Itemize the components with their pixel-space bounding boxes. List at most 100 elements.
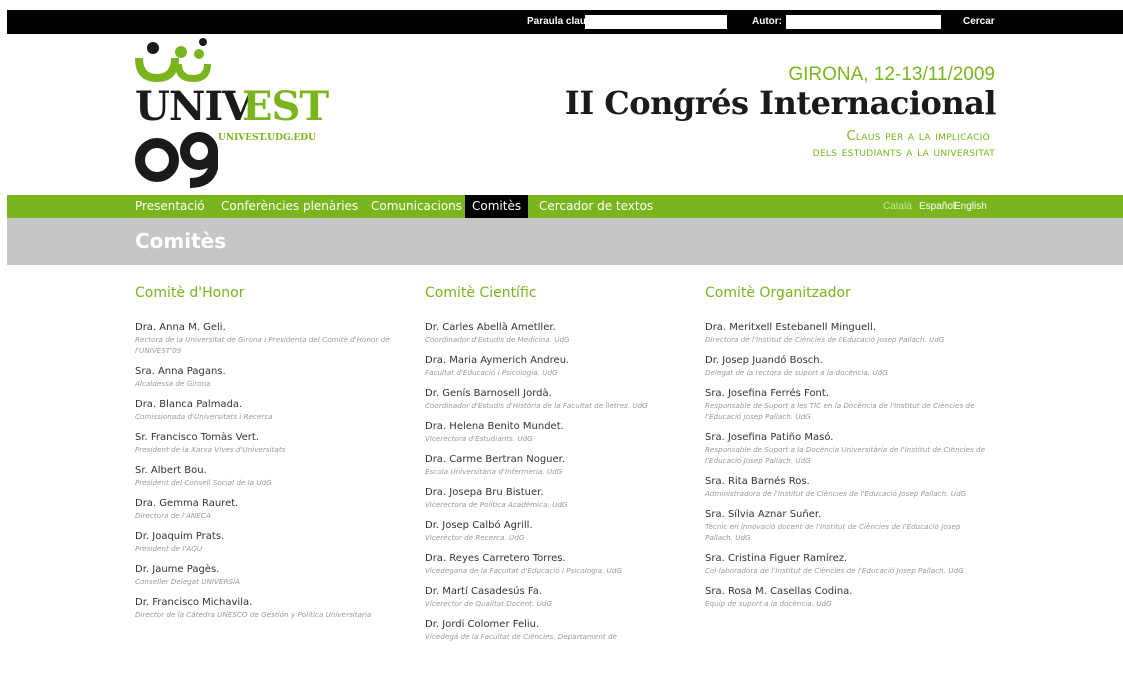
conference-title: II Congrés Internacional — [564, 84, 997, 122]
member-role: Alcaldessa de Girona — [135, 379, 211, 388]
member-role: Comissionada d'Universitats i Recerca — [135, 412, 273, 421]
univest-logo[interactable]: UNIV EST UNIVEST.UDG.EDU — [135, 38, 335, 188]
member-name: Dra. Josepa Bru Bistuer. — [425, 487, 544, 498]
member: Dr. Francisco Michavila. Director de la C… — [135, 596, 420, 620]
member-name: Dr. Carles Abellà Ametller. — [425, 322, 556, 333]
member: Dra. Anna M. Geli. Rectora de la Universi… — [135, 321, 420, 356]
member-name: Dr. Martí Casadesús Fa. — [425, 586, 543, 597]
member-name: Dr. Jordi Colomer Feliu. — [425, 619, 540, 630]
member-role: Directora de l'ANECA — [135, 511, 211, 520]
member-role: President del Consell Social de la UdG — [135, 478, 272, 487]
conference-date: GIRONA, 12-13/11/2009 — [788, 64, 995, 85]
member-name: Dra. Maria Aymerich Andreu. — [425, 355, 570, 366]
committee-honor: Comitè d'Honor Dra. Anna M. Geli. Rectora… — [135, 285, 420, 629]
member-name: Sra. Josefina Patiño Masó. — [705, 432, 834, 443]
keyword-label: Paraula clau: — [527, 16, 590, 27]
member-role: Director de la Cátedra UNESCO de Gestión… — [135, 610, 372, 619]
member-role: Responsable de Suport a la Docència Univ… — [705, 445, 986, 465]
member-name: Sr. Albert Bou. — [135, 465, 207, 476]
author-label: Autor: — [752, 16, 782, 27]
nav-item-comunicacions[interactable]: Comunicacions — [371, 195, 462, 218]
member-name: Dra. Carme Bertran Noguer. — [425, 454, 566, 465]
member-role: Vicedegana de la Facultat d'Educació i P… — [425, 566, 623, 575]
member: Dra. Gemma Rauret. Directora de l'ANECA — [135, 497, 420, 521]
member: Dra. Carme Bertran Noguer. Escola Univers… — [425, 453, 710, 477]
nav-item-comites[interactable]: Comitès — [465, 195, 529, 218]
search-bar: Paraula clau: Autor: Cercar — [7, 10, 1123, 34]
nav-item-presentacio[interactable]: Presentació — [135, 195, 205, 218]
committee-title: Comitè Científic — [425, 285, 537, 301]
nav-item-conferencies[interactable]: Conferències plenàries — [221, 195, 358, 218]
member-role: Facultat d'Educació i Psicologia. UdG — [425, 368, 558, 377]
member: Dr. Genís Barnosell Jordà. Coordinador d'… — [425, 387, 710, 411]
member: Dra. Josepa Bru Bistuer. Vicerectora de P… — [425, 486, 710, 510]
lang-english[interactable]: English — [954, 195, 987, 218]
member-role: Col·laboradora de l'Institut de Ciències… — [705, 566, 964, 575]
member: Dr. Jordi Colomer Feliu. Vicedegà de la F… — [425, 618, 710, 642]
member: Sr. Francisco Tomàs Vert. President de la… — [135, 431, 420, 455]
conference-subtitle-1: Claus per a la implicació — [846, 129, 990, 144]
member-name: Dr. Joaquim Prats. — [135, 531, 225, 542]
member-role: Coordinador d'Estudis de Medicina. UdG — [425, 335, 570, 344]
member: Sra. Josefina Ferrés Font. Responsable de… — [705, 387, 990, 422]
nav-item-cercador[interactable]: Cercador de textos — [539, 195, 653, 218]
member: Dra. Maria Aymerich Andreu. Facultat d'Ed… — [425, 354, 710, 378]
member-role: Delegat de la rectora de suport a la doc… — [705, 368, 888, 377]
member: Dr. Josep Calbó Agrill. Vicerector de Rec… — [425, 519, 710, 543]
member-role: Vicerector de Qualitat Docent. UdG — [425, 599, 552, 608]
member-role: Directora de l'Institut de Ciències de l… — [705, 335, 945, 344]
member: Dr. Jaume Pagès. Conseller Delegat UNIVER… — [135, 563, 420, 587]
member: Dr. Josep Juandó Bosch. Delegat de la rec… — [705, 354, 990, 378]
member-name: Dra. Gemma Rauret. — [135, 498, 239, 509]
lang-catala[interactable]: Català — [883, 195, 912, 218]
member: Sra. Josefina Patiño Masó. Responsable de… — [705, 431, 990, 466]
logo-text-est: EST — [242, 83, 329, 130]
member-role: Vicedegà de la Facultat de Ciències. Dep… — [425, 632, 617, 641]
member-role: Administradora de l'Institut de Ciències… — [705, 489, 967, 498]
member-role: Responsable de Suport a les TIC en la Do… — [705, 401, 975, 421]
member-name: Dra. Blanca Palmada. — [135, 399, 243, 410]
logo-text-univ: UNIV — [135, 83, 254, 130]
keyword-input[interactable] — [585, 15, 727, 29]
member: Dra. Reyes Carretero Torres. Vicedegana d… — [425, 552, 710, 576]
member-name: Dr. Josep Calbó Agrill. — [425, 520, 533, 531]
main-nav: Presentació Conferències plenàries Comun… — [7, 195, 1123, 218]
member-role: Coordinador d'Estudis d'Història de la F… — [425, 401, 648, 410]
committee-organizing: Comitè Organitzador Dra. Meritxell Esteb… — [705, 285, 990, 618]
author-input[interactable] — [786, 15, 941, 29]
logo-graphic: UNIV EST — [135, 38, 330, 188]
page-title: Comitès — [135, 229, 227, 253]
member: Dra. Meritxell Estebanell Minguell. Direc… — [705, 321, 990, 345]
member: Dr. Martí Casadesús Fa. Vicerector de Qua… — [425, 585, 710, 609]
member-name: Sra. Cristina Figuer Ramírez. — [705, 553, 848, 564]
member-name: Dra. Reyes Carretero Torres. — [425, 553, 566, 564]
member-role: President de l'AQU — [135, 544, 203, 553]
conference-subtitle-2: dels estudiants a la universitat — [812, 145, 995, 160]
member: Sra. Rita Barnés Ros. Administradora de l… — [705, 475, 990, 499]
member-name: Sra. Anna Pagans. — [135, 366, 226, 377]
member-role: President de la Xarxa Vives d'Universita… — [135, 445, 286, 454]
member-role: Tècnic en innovació docent de l'Institut… — [705, 522, 961, 542]
committee-title: Comitè d'Honor — [135, 285, 245, 301]
member: Dra. Helena Benito Mundet. Vicerectora d'… — [425, 420, 710, 444]
member: Sra. Anna Pagans. Alcaldessa de Girona — [135, 365, 420, 389]
committee-scientific: Comitè Científic Dr. Carles Abellà Ametl… — [425, 285, 710, 651]
member-role: Escola Universitària d'Infermeria. UdG — [425, 467, 563, 476]
member: Dr. Carles Abellà Ametller. Coordinador d… — [425, 321, 710, 345]
member-name: Dr. Francisco Michavila. — [135, 597, 253, 608]
search-button[interactable]: Cercar — [963, 16, 995, 27]
member-role: Vicerector de Recerca. UdG — [425, 533, 525, 542]
member-name: Sr. Francisco Tomàs Vert. — [135, 432, 259, 443]
member-name: Sra. Sílvia Aznar Suñer. — [705, 509, 822, 520]
member-name: Dra. Anna M. Geli. — [135, 322, 226, 333]
lang-espanol[interactable]: Español — [919, 195, 955, 218]
member-role: Equip de suport a la docència. UdG — [705, 599, 832, 608]
member-name: Dr. Josep Juandó Bosch. — [705, 355, 823, 366]
member: Dra. Blanca Palmada. Comissionada d'Unive… — [135, 398, 420, 422]
logo-url: UNIVEST.UDG.EDU — [218, 133, 316, 143]
member-name: Sra. Rita Barnés Ros. — [705, 476, 810, 487]
member-name: Dr. Genís Barnosell Jordà. — [425, 388, 552, 399]
member-name: Sra. Rosa M. Casellas Codina. — [705, 586, 853, 597]
member-role: Conseller Delegat UNIVERSIA — [135, 577, 241, 586]
member-role: Vicerectora d'Estudiants. UdG — [425, 434, 533, 443]
